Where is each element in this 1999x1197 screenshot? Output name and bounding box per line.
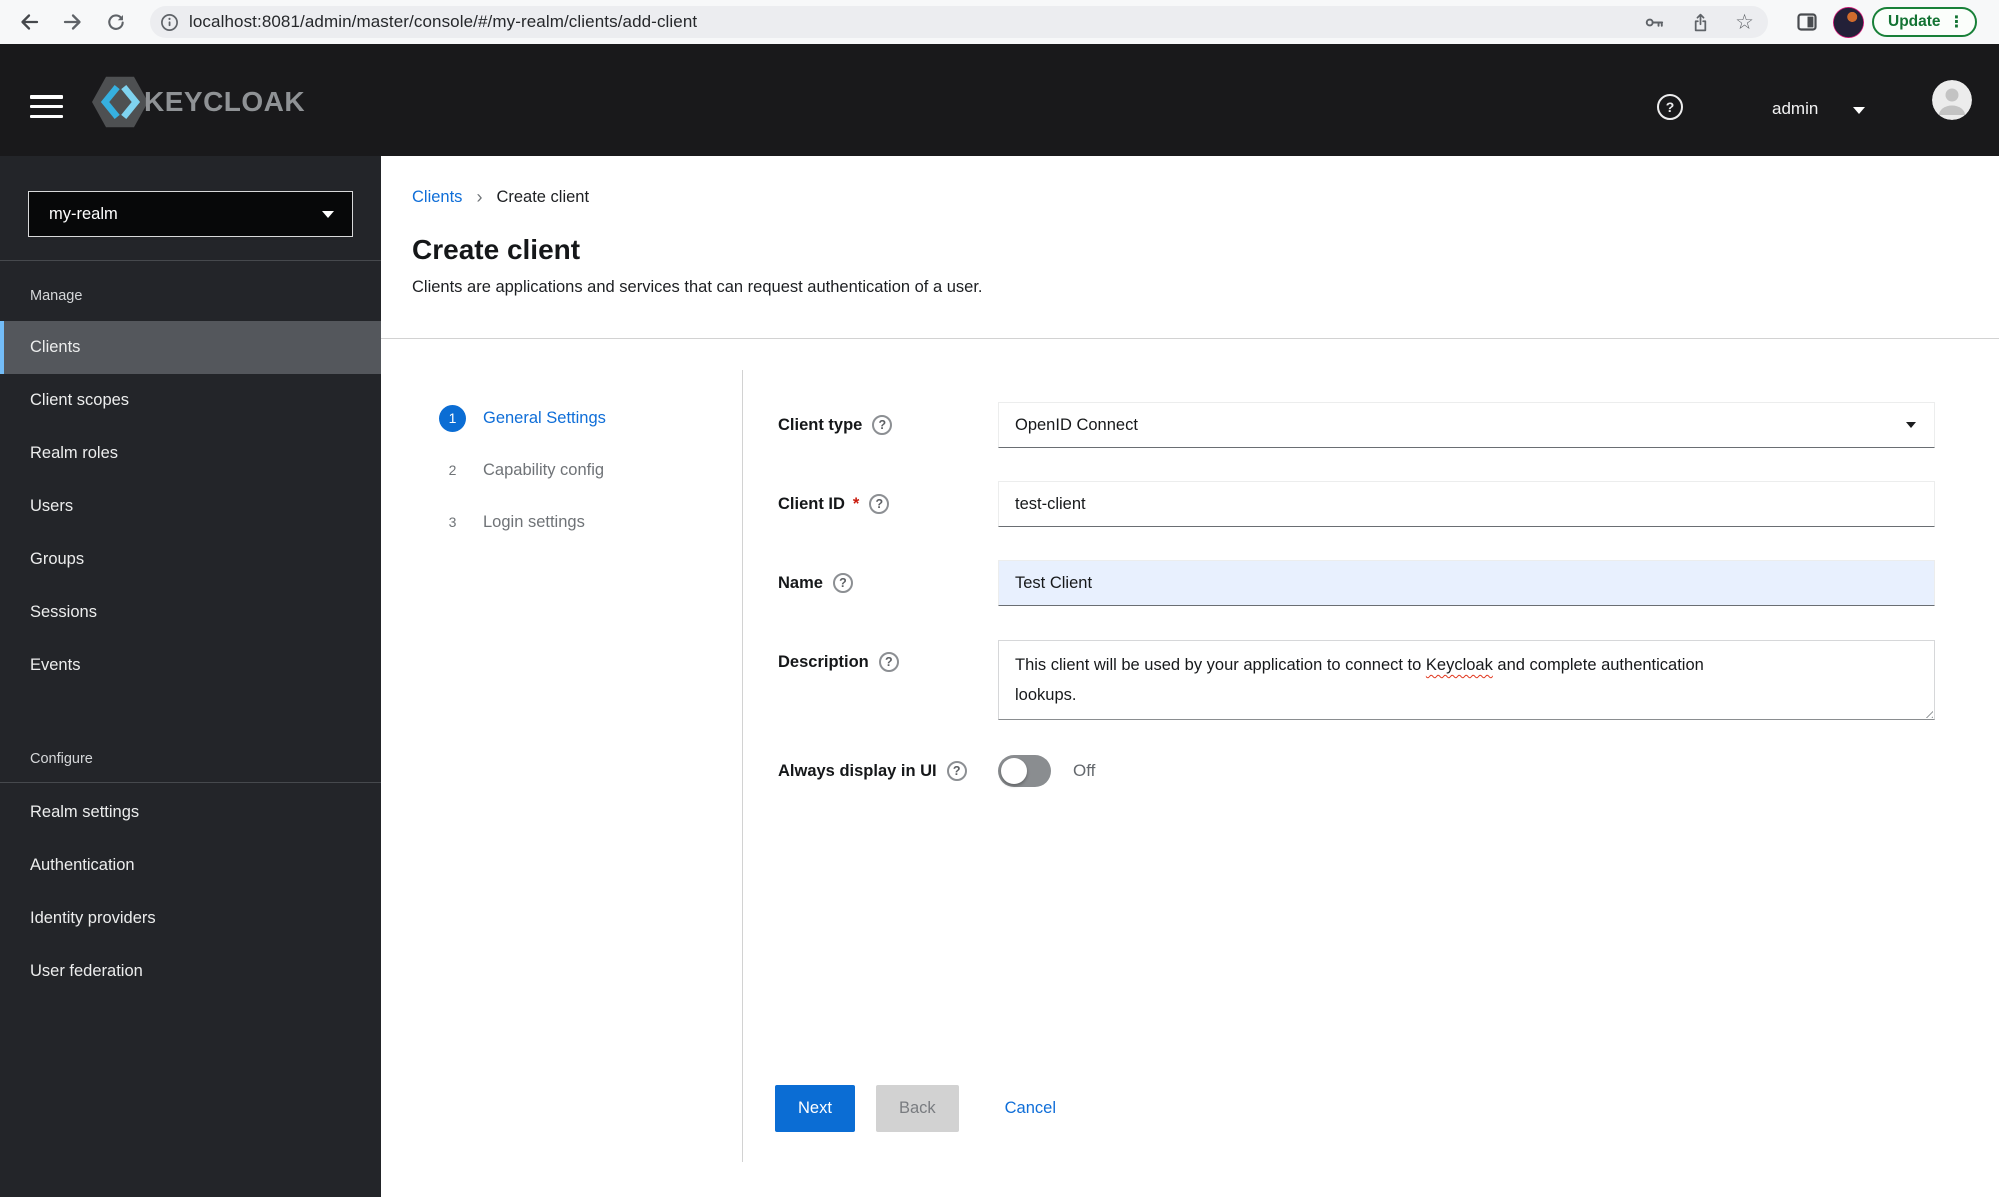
sidebar-section-manage: Manage bbox=[30, 288, 83, 304]
realm-selector-value: my-realm bbox=[49, 204, 118, 223]
help-icon[interactable]: ? bbox=[869, 494, 890, 514]
sidebar-item-realm-settings[interactable]: Realm settings bbox=[0, 786, 381, 839]
description-label-group: Description ? bbox=[778, 652, 998, 672]
client-type-value: OpenID Connect bbox=[1015, 415, 1138, 434]
user-menu[interactable]: admin bbox=[1772, 99, 1818, 119]
form-row-always-display: Always display in UI ? Off bbox=[778, 755, 1935, 787]
help-icon[interactable]: ? bbox=[946, 761, 967, 781]
sidebar-item-user-federation[interactable]: User federation bbox=[0, 945, 381, 998]
wizard-step-general-settings[interactable]: 1 General Settings bbox=[439, 392, 606, 444]
bookmark-star-icon[interactable]: ☆ bbox=[1735, 11, 1754, 33]
url-text[interactable]: localhost:8081/admin/master/console/#/my… bbox=[189, 12, 697, 32]
client-id-input[interactable] bbox=[998, 481, 1935, 527]
kebab-menu-icon[interactable]: ⋮ bbox=[1949, 12, 1965, 32]
browser-profile-avatar[interactable] bbox=[1833, 7, 1864, 38]
browser-update-button[interactable]: Update ⋮ bbox=[1872, 7, 1977, 37]
page-title: Create client bbox=[412, 234, 581, 265]
breadcrumb: Clients › Create client bbox=[412, 187, 589, 208]
keycloak-hexagon-icon bbox=[90, 74, 150, 130]
next-button[interactable]: Next bbox=[775, 1085, 855, 1132]
wizard-step-capability-config[interactable]: 2 Capability config bbox=[439, 444, 606, 496]
update-label: Update bbox=[1888, 13, 1941, 30]
step-label: General Settings bbox=[483, 408, 606, 427]
step-number: 1 bbox=[439, 404, 466, 432]
masthead: KEYCLOAK ? admin bbox=[0, 44, 1999, 156]
step-number: 2 bbox=[448, 462, 457, 478]
user-menu-caret-icon[interactable] bbox=[1853, 107, 1865, 114]
sidebar-section-configure: Configure bbox=[30, 751, 93, 767]
wizard-divider bbox=[742, 370, 743, 1162]
required-asterisk: * bbox=[852, 494, 860, 513]
chevron-down-icon bbox=[1906, 422, 1916, 428]
wizard-footer: Next Back Cancel bbox=[775, 1085, 1056, 1132]
address-bar[interactable]: localhost:8081/admin/master/console/#/my… bbox=[150, 6, 1768, 38]
help-icon[interactable]: ? bbox=[1657, 94, 1683, 120]
brand-wordmark: KEYCLOAK bbox=[144, 86, 306, 117]
breadcrumb-separator-icon: › bbox=[476, 187, 483, 207]
description-textarea[interactable]: This client will be used by your applica… bbox=[998, 640, 1935, 720]
step-number: 3 bbox=[448, 514, 457, 530]
breadcrumb-clients-link[interactable]: Clients bbox=[412, 188, 462, 207]
sidebar-item-clients[interactable]: Clients bbox=[0, 321, 381, 374]
sidebar-item-groups[interactable]: Groups bbox=[0, 533, 381, 586]
always-display-toggle[interactable] bbox=[998, 755, 1051, 787]
help-icon[interactable]: ? bbox=[878, 652, 899, 672]
sidebar-item-sessions[interactable]: Sessions bbox=[0, 586, 381, 639]
keycloak-logo[interactable]: KEYCLOAK bbox=[90, 74, 305, 130]
side-panel-icon[interactable] bbox=[1795, 10, 1819, 34]
sidebar-item-identity-providers[interactable]: Identity providers bbox=[0, 892, 381, 945]
breadcrumb-current: Create client bbox=[496, 188, 590, 206]
name-label-group: Name ? bbox=[778, 573, 998, 593]
password-key-icon[interactable] bbox=[1643, 11, 1666, 34]
back-icon[interactable] bbox=[14, 7, 44, 37]
spellcheck-word: Keycloak bbox=[1425, 656, 1493, 674]
wizard-step-login-settings[interactable]: 3 Login settings bbox=[439, 496, 606, 548]
reload-icon[interactable] bbox=[100, 7, 130, 37]
sidebar-item-client-scopes[interactable]: Client scopes bbox=[0, 374, 381, 427]
chevron-down-icon bbox=[322, 210, 334, 218]
sidebar-divider bbox=[0, 260, 381, 261]
sidebar-item-authentication[interactable]: Authentication bbox=[0, 839, 381, 892]
form-row-client-id: Client ID * ? bbox=[778, 481, 1935, 527]
form-row-name: Name ? bbox=[778, 560, 1935, 606]
browser-toolbar: localhost:8081/admin/master/console/#/my… bbox=[0, 0, 1999, 44]
sidebar-item-events[interactable]: Events bbox=[0, 639, 381, 692]
always-display-label-group: Always display in UI ? bbox=[778, 761, 998, 781]
toggle-state-label: Off bbox=[1073, 761, 1096, 780]
back-button[interactable]: Back bbox=[875, 1085, 959, 1132]
user-avatar[interactable] bbox=[1932, 80, 1972, 120]
site-info-icon[interactable] bbox=[160, 13, 179, 32]
wizard-steps: 1 General Settings 2 Capability config 3… bbox=[439, 392, 606, 548]
page-subtitle: Clients are applications and services th… bbox=[412, 278, 983, 296]
name-input[interactable] bbox=[998, 560, 1935, 606]
step-label: Login settings bbox=[483, 512, 585, 531]
form-row-description: Description ? This client will be used b… bbox=[778, 640, 1935, 720]
cancel-button[interactable]: Cancel bbox=[1005, 1085, 1056, 1132]
sidebar: my-realm Manage Clients Client scopes Re… bbox=[0, 156, 381, 1197]
form-row-client-type: Client type ? OpenID Connect bbox=[778, 402, 1935, 448]
hamburger-menu-icon[interactable] bbox=[30, 95, 63, 118]
help-icon[interactable]: ? bbox=[832, 573, 853, 593]
sidebar-divider bbox=[0, 782, 381, 783]
client-type-select[interactable]: OpenID Connect bbox=[998, 402, 1935, 448]
help-icon[interactable]: ? bbox=[872, 415, 893, 435]
client-id-label-group: Client ID * ? bbox=[778, 494, 998, 514]
forward-icon[interactable] bbox=[58, 7, 88, 37]
step-label: Capability config bbox=[483, 460, 605, 479]
sidebar-item-users[interactable]: Users bbox=[0, 480, 381, 533]
realm-selector[interactable]: my-realm bbox=[28, 191, 353, 237]
client-type-label-group: Client type ? bbox=[778, 415, 998, 435]
share-icon[interactable] bbox=[1690, 12, 1711, 33]
main-content: Clients › Create client Create client Cl… bbox=[381, 156, 1999, 1197]
header-divider bbox=[381, 338, 1999, 339]
sidebar-item-realm-roles[interactable]: Realm roles bbox=[0, 427, 381, 480]
